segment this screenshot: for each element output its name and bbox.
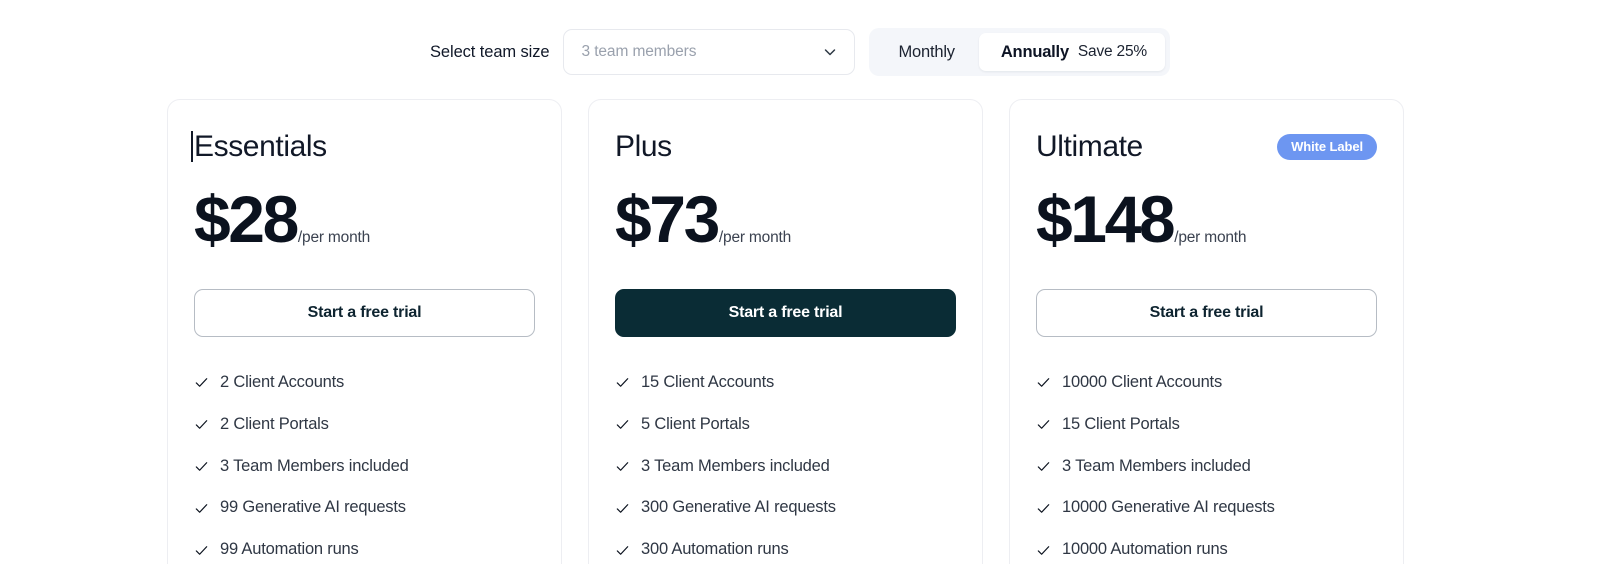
price-amount: $148 [1036,182,1176,256]
feature-list: 2 Client Accounts 2 Client Portals 3 Tea… [194,373,535,560]
plan-name: Ultimate [1036,130,1143,163]
pricing-card-essentials: Essentials $28 /per month Start a free t… [167,99,562,564]
feature-item: 15 Client Accounts [615,373,956,393]
pricing-page: Select team size 3 team members Monthly … [0,0,1600,564]
check-icon [616,378,629,388]
feature-text: 5 Client Portals [641,414,750,433]
feature-text: 300 Automation runs [641,540,789,559]
check-icon [195,545,208,555]
feature-text: 3 Team Members included [641,456,830,475]
feature-item: 5 Client Portals [615,415,956,435]
feature-item: 3 Team Members included [1036,457,1377,477]
feature-text: 10000 Automation runs [1062,540,1228,559]
team-size-select[interactable]: 3 team members [563,29,856,75]
feature-text: 99 Generative AI requests [220,498,406,517]
plan-name: Plus [615,130,672,163]
price-period: /per month [297,229,371,246]
pricing-card-ultimate: Ultimate White Label $148 /per month Sta… [1009,99,1404,564]
feature-item: 3 Team Members included [615,457,956,477]
check-icon [195,378,208,388]
check-icon [1037,462,1050,471]
feature-item: 99 Automation runs [194,540,535,560]
feature-text: 3 Team Members included [1062,456,1251,475]
price-amount: $28 [194,182,299,256]
feature-text: 300 Generative AI requests [641,498,836,517]
feature-item: 10000 Automation runs [1036,540,1377,560]
billing-toggle-annually[interactable]: Annually Save 25% [978,33,1165,71]
price-row: $73 /per month [615,186,956,252]
start-free-trial-button[interactable]: Start a free trial [194,289,535,337]
feature-text: 10000 Generative AI requests [1062,498,1275,517]
feature-list: 10000 Client Accounts 15 Client Portals … [1036,373,1377,560]
team-size-label: Select team size [430,42,550,61]
check-icon [616,503,629,513]
feature-item: 15 Client Portals [1036,415,1377,435]
check-icon [1037,378,1050,388]
feature-item: 10000 Client Accounts [1036,373,1377,393]
feature-text: 10000 Client Accounts [1062,373,1222,391]
team-size-select-value: 3 team members [581,43,697,60]
feature-item: 3 Team Members included [194,457,535,477]
feature-item: 300 Generative AI requests [615,498,956,518]
pricing-card-plus: Plus $73 /per month Start a free trial 1… [588,99,983,564]
feature-item: 99 Generative AI requests [194,498,535,518]
check-icon [1037,503,1050,513]
check-icon [616,420,629,430]
plan-name: Essentials [191,130,327,163]
price-period: /per month [718,229,792,246]
feature-list: 15 Client Accounts 5 Client Portals 3 Te… [615,373,956,560]
price-row: $148 /per month [1036,186,1377,252]
feature-item: 10000 Generative AI requests [1036,498,1377,518]
feature-text: 15 Client Portals [1062,414,1180,433]
billing-toggle-monthly-label: Monthly [898,42,955,61]
feature-item: 300 Automation runs [615,540,956,560]
check-icon [195,503,208,513]
price-period: /per month [1174,229,1247,246]
feature-item: 2 Client Portals [194,415,535,435]
feature-text: 15 Client Accounts [641,373,775,391]
feature-text: 2 Client Portals [220,414,329,433]
start-free-trial-button[interactable]: Start a free trial [615,289,956,337]
feature-text: 2 Client Accounts [220,373,345,391]
price-row: $28 /per month [194,186,535,252]
billing-toggle-annually-savings: Save 25% [1077,43,1147,60]
feature-item: 2 Client Accounts [194,373,535,393]
white-label-badge: White Label [1277,134,1377,160]
feature-text: 99 Automation runs [220,540,359,559]
check-icon [195,462,208,471]
billing-toggle-annually-label: Annually [1000,42,1069,61]
chevron-down-icon [825,49,836,56]
card-header: Ultimate White Label [1036,130,1377,166]
check-icon [1037,420,1050,430]
check-icon [616,545,629,555]
price-amount: $73 [615,182,720,256]
pricing-controls-bar: Select team size 3 team members Monthly … [0,28,1600,76]
feature-text: 3 Team Members included [220,456,409,475]
card-header: Plus [615,130,956,166]
check-icon [195,420,208,430]
check-icon [616,462,629,471]
billing-period-toggle[interactable]: Monthly Annually Save 25% [869,28,1170,76]
pricing-cards: Essentials $28 /per month Start a free t… [167,99,1404,564]
billing-toggle-monthly[interactable]: Monthly [874,33,978,71]
check-icon [1037,545,1050,555]
card-header: Essentials [191,130,535,166]
start-free-trial-button[interactable]: Start a free trial [1036,289,1377,337]
